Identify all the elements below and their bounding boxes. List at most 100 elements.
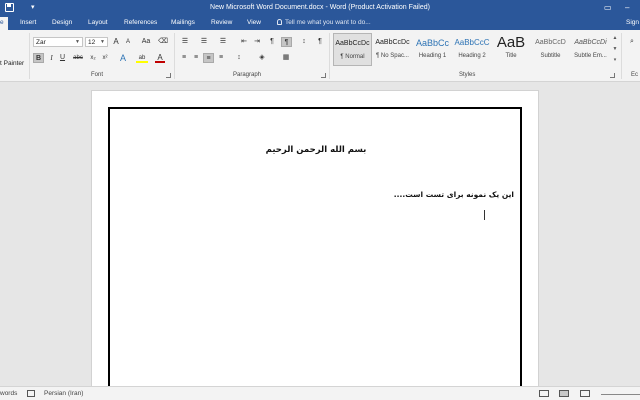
zoom-slider[interactable] — [601, 394, 640, 395]
chevron-down-icon[interactable]: ▼ — [611, 44, 619, 55]
shrink-font-button[interactable]: A — [123, 37, 133, 47]
sort-icon[interactable]: ↕ — [299, 37, 309, 47]
language-indicator[interactable]: Persian (Iran) — [44, 390, 83, 397]
group-separator — [174, 33, 175, 79]
tab-references[interactable]: References — [124, 19, 157, 26]
subscript-button[interactable]: x₂ — [88, 53, 98, 63]
style-name: ¶ No Spac... — [376, 53, 409, 59]
style-normal[interactable]: AaBbCcDc ¶ Normal — [333, 33, 372, 66]
style-preview: AaBbCcD — [535, 39, 566, 46]
style-name: Heading 1 — [418, 53, 447, 59]
group-separator — [329, 33, 330, 79]
tell-me-placeholder: Tell me what you want to do... — [285, 19, 371, 26]
document-canvas[interactable]: بسم الله الرحمن الرحیم این یک نمونه برای… — [0, 83, 640, 386]
change-case-button[interactable]: Aa — [138, 37, 154, 47]
styles-group-label: Styles — [459, 72, 476, 78]
numbering-icon[interactable]: ☰ — [198, 37, 210, 47]
text-effects-button[interactable]: A — [118, 53, 128, 63]
multilevel-list-icon[interactable]: ☰ — [217, 37, 229, 47]
font-size-combo[interactable]: 12 ▼ — [85, 37, 108, 47]
tab-insert[interactable]: Insert — [20, 19, 36, 26]
align-right-icon[interactable]: ≡ — [203, 53, 214, 63]
font-group-label: Font — [91, 72, 104, 78]
font-color-button[interactable]: A — [155, 53, 165, 63]
ribbon-tabs: e Insert Design Layout References Mailin… — [0, 17, 640, 30]
highlight-button[interactable]: ab — [136, 53, 148, 63]
tell-me-search[interactable]: Tell me what you want to do... — [277, 19, 371, 26]
decrease-indent-icon[interactable]: ⇤ — [239, 37, 249, 47]
font-size-value: 12 — [88, 39, 96, 46]
text-cursor — [484, 210, 485, 220]
borders-icon[interactable]: ▦ — [280, 53, 292, 63]
chevron-up-icon[interactable]: ▲ — [611, 33, 619, 44]
style-name: Title — [505, 53, 517, 59]
read-mode-icon[interactable] — [539, 390, 549, 397]
editing-group-label: Ec — [631, 72, 639, 78]
shading-icon[interactable]: ◈ — [256, 53, 268, 63]
more-styles-icon[interactable]: ▾ — [611, 55, 619, 66]
chevron-down-icon: ▼ — [75, 39, 80, 45]
tab-design[interactable]: Design — [52, 19, 72, 26]
tab-view[interactable]: View — [247, 19, 261, 26]
show-marks-button[interactable]: ¶ — [315, 37, 325, 47]
style-name: Heading 2 — [458, 53, 486, 59]
tab-home[interactable]: e — [0, 17, 8, 30]
strikethrough-button[interactable]: abc — [71, 53, 85, 63]
bullets-icon[interactable]: ☰ — [179, 37, 191, 47]
paragraph-group-label: Paragraph — [233, 72, 262, 78]
font-name-value: Zar — [36, 39, 46, 46]
style-subtitle[interactable]: AaBbCcD Subtitle — [531, 33, 570, 66]
style-name: Subtitle — [540, 53, 561, 59]
rtl-paragraph-button[interactable]: ¶ — [281, 37, 292, 47]
group-separator — [29, 33, 30, 79]
font-name-combo[interactable]: Zar ▼ — [33, 37, 83, 47]
style-name: ¶ Normal — [340, 54, 365, 60]
document-heading[interactable]: بسم الله الرحمن الرحیم — [92, 145, 540, 155]
align-center-icon[interactable]: ≡ — [191, 53, 201, 63]
sign-in-link[interactable]: Sign — [626, 19, 639, 26]
clear-formatting-icon[interactable]: ⌫ — [158, 37, 168, 47]
minimize-button[interactable]: – — [625, 3, 629, 12]
document-page[interactable]: بسم الله الرحمن الرحیم این یک نمونه برای… — [91, 90, 539, 386]
styles-gallery-scroll[interactable]: ▲ ▼ ▾ — [611, 33, 619, 66]
style-name: Subtle Em... — [574, 53, 607, 59]
styles-dialog-launcher-icon[interactable] — [610, 73, 615, 78]
italic-button[interactable]: I — [47, 53, 56, 63]
chevron-down-icon: ▼ — [100, 39, 105, 45]
tab-mailings[interactable]: Mailings — [171, 19, 195, 26]
bold-button[interactable]: B — [33, 53, 44, 63]
style-heading-1[interactable]: AaBbCc Heading 1 — [413, 33, 452, 66]
format-painter-button[interactable]: t Painter — [0, 60, 24, 67]
style-preview: AaBbCcDi — [574, 39, 607, 46]
style-heading-2[interactable]: AaBbCcC Heading 2 — [453, 33, 491, 66]
increase-indent-icon[interactable]: ⇥ — [252, 37, 262, 47]
print-layout-icon[interactable] — [559, 390, 569, 397]
proofing-icon[interactable] — [27, 390, 35, 397]
font-dialog-launcher-icon[interactable] — [166, 73, 171, 78]
grow-font-button[interactable]: A — [111, 37, 121, 47]
style-preview: AaBbCcDc — [375, 39, 410, 46]
ribbon-display-options-icon[interactable]: ▭ — [604, 3, 612, 12]
paragraph-dialog-launcher-icon[interactable] — [321, 73, 326, 78]
style-no-spacing[interactable]: AaBbCcDc ¶ No Spac... — [373, 33, 412, 66]
align-left-icon[interactable]: ≡ — [179, 53, 189, 63]
find-icon[interactable]: ⌕ — [626, 37, 638, 47]
line-spacing-icon[interactable]: ↕ — [233, 53, 245, 63]
title-bar: ▾ New Microsoft Word Document.docx - Wor… — [0, 0, 640, 17]
style-title[interactable]: AaB Title — [492, 33, 530, 66]
tab-review[interactable]: Review — [211, 19, 232, 26]
group-separator — [621, 33, 622, 79]
style-preview: AaBbCc — [415, 38, 450, 48]
tab-layout[interactable]: Layout — [88, 19, 108, 26]
document-paragraph[interactable]: این یک نمونه برای تست است.... — [394, 190, 514, 199]
underline-button[interactable]: U — [58, 53, 67, 63]
style-subtle-emphasis[interactable]: AaBbCcDi Subtle Em... — [571, 33, 610, 66]
web-layout-icon[interactable] — [580, 390, 590, 397]
ribbon-home: t Painter Zar ▼ 12 ▼ A A Aa ⌫ B I U abc … — [0, 30, 640, 82]
superscript-button[interactable]: x² — [100, 53, 110, 63]
word-count[interactable]: words — [0, 390, 17, 397]
justify-icon[interactable]: ≡ — [216, 53, 226, 63]
ltr-paragraph-button[interactable]: ¶ — [267, 37, 277, 47]
style-preview: AaBbCcDc — [335, 40, 370, 47]
window-title: New Microsoft Word Document.docx - Word … — [210, 4, 430, 11]
